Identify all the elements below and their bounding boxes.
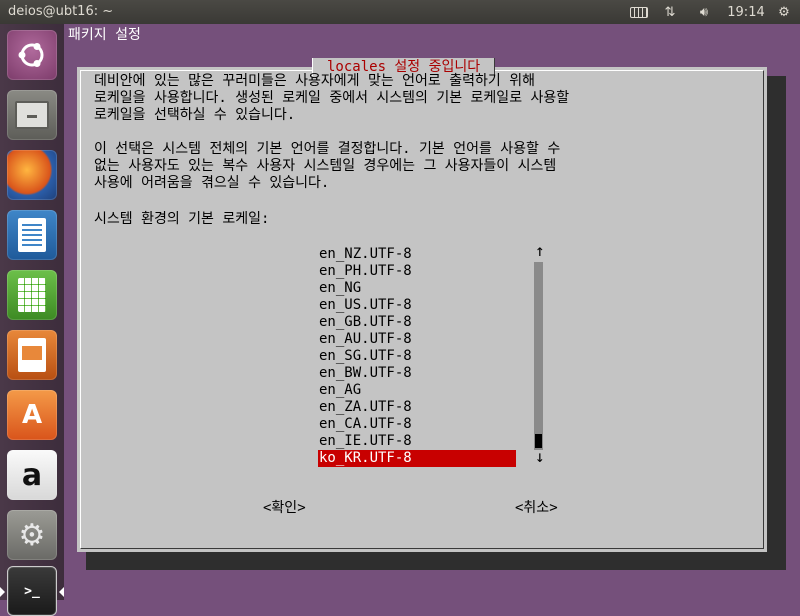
clock[interactable]: 19:14 (726, 3, 766, 21)
locale-option[interactable]: en_PH.UTF-8 (318, 263, 516, 280)
terminal-icon[interactable]: >_ (7, 566, 57, 616)
ok-button[interactable]: <확인> (263, 499, 306, 517)
ubuntu-logo-icon[interactable] (7, 30, 57, 80)
ubuntu-circle-of-friends-icon (18, 43, 44, 67)
scrollbar-thumb[interactable] (535, 434, 542, 448)
launcher: A a ⚙ >_ (0, 24, 64, 616)
locale-option[interactable]: en_US.UTF-8 (318, 297, 516, 314)
locale-option[interactable]: en_NZ.UTF-8 (318, 246, 516, 263)
active-indicator-left-icon (0, 587, 5, 597)
writer-document-icon[interactable] (7, 210, 57, 260)
top-panel: deios@ubt16: ~ ⇅ 🔊︎ 19:14 ⚙ (0, 0, 800, 24)
power-gear-icon[interactable]: ⚙ (774, 3, 794, 21)
firefox-icon[interactable] (7, 150, 57, 200)
keyboard-icon[interactable] (628, 3, 650, 21)
locale-option[interactable]: en_GB.UTF-8 (318, 314, 516, 331)
locale-option[interactable]: en_SG.UTF-8 (318, 348, 516, 365)
locale-option[interactable]: en_AU.UTF-8 (318, 331, 516, 348)
software-center-icon[interactable]: A (7, 390, 57, 440)
amazon-icon[interactable]: a (7, 450, 57, 500)
volume-icon[interactable]: 🔊︎ (692, 3, 716, 21)
description-paragraph-2: 이 선택은 시스템 전체의 기본 언어를 결정합니다. 기본 언어를 사용할 수… (94, 141, 561, 191)
description-paragraph-1: 데비안에 있는 많은 꾸러미들은 사용자에게 맞는 언어로 출력하기 위해 로케… (94, 73, 570, 123)
backtitle: 패키지 설정 (68, 27, 141, 43)
locale-option[interactable]: en_IE.UTF-8 (318, 433, 516, 450)
default-locale-label: 시스템 환경의 기본 로케일: (94, 211, 270, 227)
scroll-up-arrow-icon[interactable]: ↑ (535, 243, 545, 259)
cancel-button[interactable]: <취소> (515, 499, 558, 517)
locale-option[interactable]: en_AG (318, 382, 516, 399)
locale-option[interactable]: en_NG (318, 280, 516, 297)
locale-option[interactable]: en_ZA.UTF-8 (318, 399, 516, 416)
locale-option-selected[interactable]: ko_KR.UTF-8 (318, 450, 516, 467)
locale-option[interactable]: en_BW.UTF-8 (318, 365, 516, 382)
scroll-down-arrow-icon[interactable]: ↓ (535, 449, 545, 465)
network-arrows-icon[interactable]: ⇅ (660, 3, 680, 21)
settings-gear-icon[interactable]: ⚙ (7, 510, 57, 560)
locale-list[interactable]: en_NZ.UTF-8 en_PH.UTF-8 en_NG en_US.UTF-… (318, 246, 516, 467)
scrollbar-track[interactable] (534, 262, 543, 450)
locale-option[interactable]: en_CA.UTF-8 (318, 416, 516, 433)
files-drawer-icon[interactable] (7, 90, 57, 140)
calc-spreadsheet-icon[interactable] (7, 270, 57, 320)
window-title: deios@ubt16: ~ (8, 4, 114, 19)
impress-presentation-icon[interactable] (7, 330, 57, 380)
